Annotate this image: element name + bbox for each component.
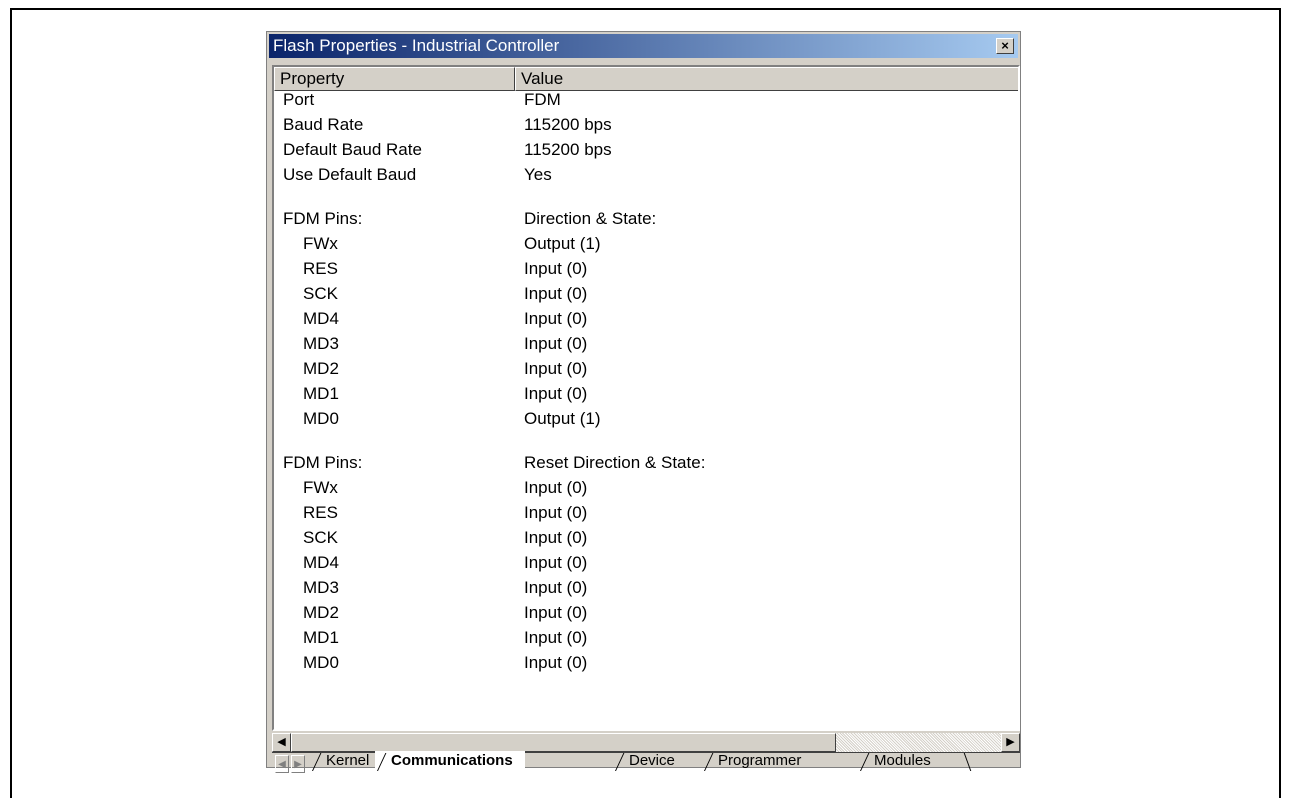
property-name: MD0 [303, 409, 339, 428]
list-item[interactable]: MD4 Input (0) [274, 309, 1018, 336]
property-value: Input (0) [524, 384, 588, 403]
property-name: MD2 [303, 359, 339, 378]
property-value: 115200 bps [524, 140, 612, 159]
window-title: Flash Properties - Industrial Controller [273, 36, 560, 55]
property-value: Input (0) [524, 478, 588, 497]
list-item[interactable]: MD1 Input (0) [274, 384, 1018, 411]
properties-list[interactable]: Property Value Port FDM Baud Rate 115200 bp… [272, 65, 1020, 731]
property-name: SCK [303, 528, 338, 547]
tab-programmer[interactable]: Programmer [702, 751, 813, 773]
property-name: RES [303, 503, 338, 522]
property-value: Output (1) [524, 409, 601, 428]
scroll-track[interactable] [291, 733, 1001, 752]
property-name: MD3 [303, 334, 339, 353]
horizontal-scrollbar[interactable]: ◀ ▶ [272, 731, 1020, 752]
list-item[interactable]: MD1 Input (0) [274, 628, 1018, 655]
property-value: Input (0) [524, 603, 588, 622]
list-item[interactable]: MD0 Output (1) [274, 409, 1018, 436]
property-value: Input (0) [524, 334, 588, 353]
property-name: SCK [303, 284, 338, 303]
list-item[interactable]: MD2 Input (0) [274, 359, 1018, 386]
property-value: Input (0) [524, 653, 588, 672]
property-value: Yes [524, 165, 552, 184]
list-header: Property Value [274, 67, 1018, 91]
list-item[interactable]: FWx Input (0) [274, 478, 1018, 505]
property-value: Input (0) [524, 503, 588, 522]
property-name: MD0 [303, 653, 339, 672]
list-item[interactable]: MD2 Input (0) [274, 603, 1018, 630]
tab-scroll-right-icon[interactable]: ▶ [291, 755, 305, 773]
property-value: Input (0) [524, 284, 588, 303]
property-name: MD4 [303, 309, 339, 328]
tab-scroll-left-icon[interactable]: ◀ [275, 755, 289, 773]
column-header-value[interactable]: Value [515, 67, 1018, 91]
list-item[interactable]: MD3 Input (0) [274, 334, 1018, 361]
property-name: MD3 [303, 578, 339, 597]
property-value: Output (1) [524, 234, 601, 253]
list-item[interactable]: Port FDM [274, 90, 1018, 117]
flash-properties-window: Flash Properties - Industrial Controller… [266, 31, 1021, 773]
property-name: MD2 [303, 603, 339, 622]
property-value: Input (0) [524, 259, 588, 278]
list-item[interactable]: MD4 Input (0) [274, 553, 1018, 580]
property-name: MD1 [303, 384, 339, 403]
property-name: FWx [303, 234, 338, 253]
tab-modules[interactable]: Modules [858, 751, 943, 773]
property-value: 115200 bps [524, 115, 612, 134]
list-item[interactable]: FDM Pins: Reset Direction & State: [274, 453, 1018, 480]
tab-kernel[interactable]: Kernel [310, 751, 381, 773]
list-item[interactable]: RES Input (0) [274, 259, 1018, 286]
property-name: Baud Rate [283, 115, 364, 134]
property-value: Input (0) [524, 553, 588, 572]
tab-device[interactable]: Device [613, 751, 687, 773]
tab-communications[interactable]: Communications [375, 751, 525, 773]
property-value: Input (0) [524, 628, 588, 647]
property-name: Use Default Baud [283, 165, 417, 184]
property-value: Input (0) [524, 528, 588, 547]
scroll-left-icon[interactable]: ◀ [272, 733, 291, 752]
property-value: Input (0) [524, 359, 588, 378]
property-rows: Port FDM Baud Rate 115200 bps Default Baud R… [274, 90, 1018, 680]
window-titlebar[interactable]: Flash Properties - Industrial Controller… [269, 34, 1018, 58]
list-item[interactable]: SCK Input (0) [274, 528, 1018, 555]
property-value: Input (0) [524, 578, 588, 597]
list-item[interactable]: RES Input (0) [274, 503, 1018, 530]
list-item[interactable]: Use Default Baud Yes [274, 165, 1018, 192]
property-value: Input (0) [524, 309, 588, 328]
list-item[interactable]: FDM Pins: Direction & State: [274, 209, 1018, 236]
property-name: FDM Pins: [283, 453, 363, 472]
list-item[interactable]: FWx Output (1) [274, 234, 1018, 261]
property-name: Default Baud Rate [283, 140, 422, 159]
property-name: RES [303, 259, 338, 278]
property-name: Port [283, 90, 315, 109]
property-name: MD4 [303, 553, 339, 572]
list-item[interactable]: MD0 Input (0) [274, 653, 1018, 680]
property-value: FDM [524, 90, 561, 109]
property-name: FDM Pins: [283, 209, 363, 228]
property-value: Direction & State: [524, 209, 657, 228]
property-name: FWx [303, 478, 338, 497]
close-icon[interactable]: × [996, 38, 1014, 54]
list-item[interactable]: MD3 Input (0) [274, 578, 1018, 605]
scroll-thumb[interactable] [291, 733, 836, 752]
scroll-right-icon[interactable]: ▶ [1001, 733, 1020, 752]
list-item[interactable]: SCK Input (0) [274, 284, 1018, 311]
property-name: MD1 [303, 628, 339, 647]
property-value: Reset Direction & State: [524, 453, 706, 472]
tab-bar: ◀ ▶ Kernel Communications Device Program… [272, 751, 1020, 773]
